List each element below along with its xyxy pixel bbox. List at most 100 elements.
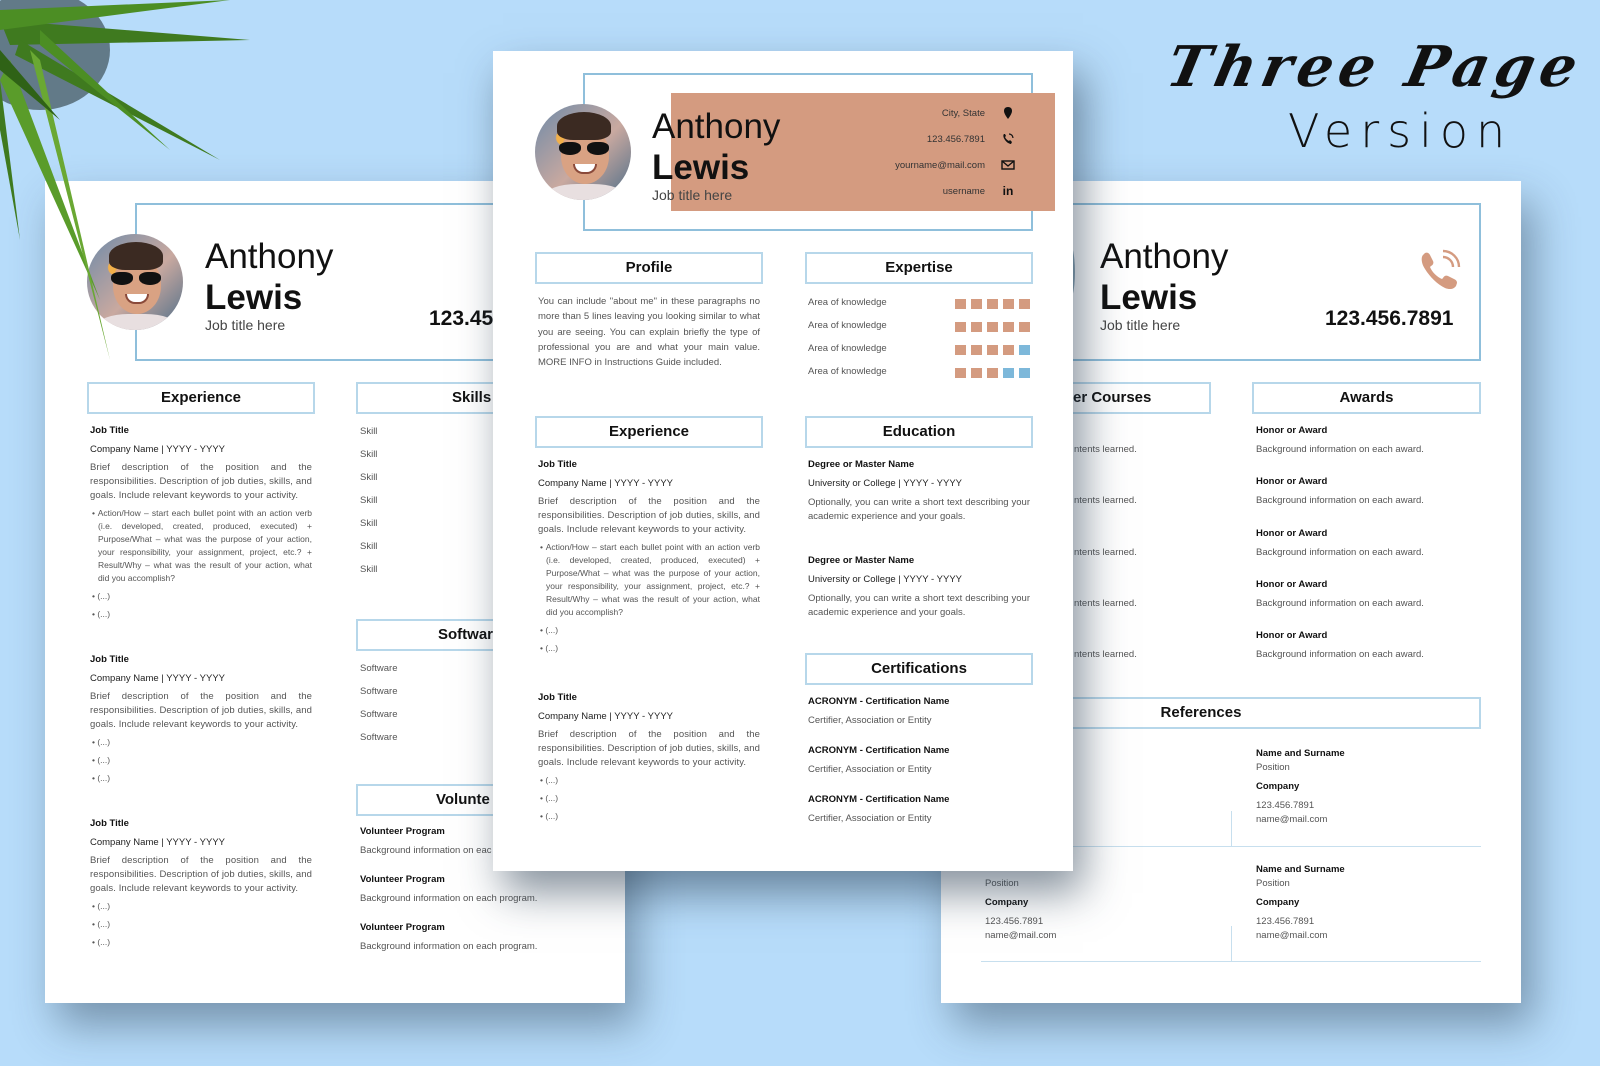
rating-square-filled xyxy=(971,322,982,332)
rating-square-filled xyxy=(971,345,982,355)
reference-phone: 123.456.7891 xyxy=(1256,916,1315,927)
award-text: Background information on each award. xyxy=(1256,649,1424,661)
bullet-item: • (...) xyxy=(540,625,559,635)
job-title: Job Title xyxy=(538,692,577,703)
company-dates: Company Name | YYYY - YYYY xyxy=(90,837,226,848)
award-item: Honor or Award Background information on … xyxy=(1256,629,1476,680)
rating-square-filled xyxy=(987,322,998,332)
rating-square-empty xyxy=(1019,345,1030,355)
reference-company: Company xyxy=(1256,781,1300,792)
reference-item: Position Company 123.456.7891 name@mail.com xyxy=(985,863,1056,943)
contact-phone: 123.456.7891 xyxy=(926,134,985,145)
location-pin-icon xyxy=(1004,107,1012,119)
last-name: Lewis xyxy=(652,148,750,187)
profile-photo xyxy=(87,234,183,330)
award-title: Honor or Award xyxy=(1256,527,1328,539)
education-list: Degree or Master Name University or Colle… xyxy=(808,458,1030,650)
reference-email: name@mail.com xyxy=(1256,814,1328,825)
reference-name: Name and Surname xyxy=(1256,864,1345,875)
job-entry: Job Title Company Name | YYYY - YYYY Brief… xyxy=(538,691,760,823)
reference-phone: 123.456.7891 xyxy=(1256,800,1315,811)
award-item: Honor or Award Background information on … xyxy=(1256,527,1476,578)
award-text: Background information on each award. xyxy=(1256,546,1424,558)
volunteer-title: Volunteer Program xyxy=(360,874,445,885)
job-description: Brief description of the position and th… xyxy=(90,462,312,501)
company-dates: Company Name | YYYY - YYYY xyxy=(90,444,226,455)
job-title: Job Title xyxy=(90,425,129,436)
profile-photo xyxy=(535,104,631,200)
bullet-item: • (...) xyxy=(92,609,111,619)
list-item: Software xyxy=(360,686,398,697)
contact-email: yourname@mail.com xyxy=(895,160,985,171)
job-entry: Job Title Company Name | YYYY - YYYY Brief… xyxy=(90,817,312,949)
award-text: Background information on each award. xyxy=(1256,444,1424,455)
certification-issuer: Certifier, Association or Entity xyxy=(808,813,932,824)
school-dates: University or College | YYYY - YYYY xyxy=(808,478,963,489)
phone-number: 123.456.7891 xyxy=(1325,307,1454,330)
reference-company: Company xyxy=(985,897,1029,908)
bullet-item: • (...) xyxy=(92,737,111,747)
first-name: Anthony xyxy=(1100,237,1229,276)
rating-square-filled xyxy=(1003,322,1014,332)
reference-email: name@mail.com xyxy=(985,930,1057,941)
certification-issuer: Certifier, Association or Entity xyxy=(808,764,932,775)
award-item: Honor or Award Background information on … xyxy=(1256,424,1476,475)
company-dates: Company Name | YYYY - YYYY xyxy=(538,711,674,722)
bullet-item: • Action/How – start each bullet point w… xyxy=(540,542,760,617)
rating-square-filled xyxy=(1019,322,1030,332)
reference-phone: 123.456.7891 xyxy=(985,916,1044,927)
course-item: ntents learned. xyxy=(1074,444,1137,455)
bullet-item: • (...) xyxy=(92,773,111,783)
certifications-list: ACRONYM - Certification Name Certifier, A… xyxy=(808,695,1030,842)
bullet-item: • (...) xyxy=(92,755,111,765)
bullet-item: • (...) xyxy=(92,591,111,601)
rating-square-filled xyxy=(987,299,998,309)
award-title: Honor or Award xyxy=(1256,425,1328,436)
volunteer-item: Volunteer Program Background information … xyxy=(360,921,600,954)
reference-item: Name and Surname Position Company 123.456.7… xyxy=(1256,747,1345,827)
certification-item: ACRONYM - Certification Name Certifier, A… xyxy=(808,695,1030,728)
award-text: Background information on each award. xyxy=(1256,597,1424,609)
bullet-item: • Action/How – start each bullet point w… xyxy=(92,508,312,583)
experience-list: Job Title Company Name | YYYY - YYYY Brief… xyxy=(538,458,760,828)
job-title: Job title here xyxy=(1100,317,1181,333)
job-title: Job title here xyxy=(652,187,733,203)
reference-item: Name and Surname Position Company 123.456.7… xyxy=(1256,863,1345,943)
rating-square-empty xyxy=(1003,368,1014,378)
phone-icon xyxy=(1421,249,1461,290)
award-item: Honor or Award Background information on … xyxy=(1256,475,1476,526)
section-heading-awards: Awards xyxy=(1252,382,1481,414)
education-item: Degree or Master Name University or Colle… xyxy=(808,458,1030,524)
rating-square-filled xyxy=(971,299,982,309)
contact-city: City, State xyxy=(941,108,985,119)
certification-item: ACRONYM - Certification Name Certifier, A… xyxy=(808,744,1030,777)
rating-square-filled xyxy=(955,368,966,378)
first-name: Anthony xyxy=(652,107,781,146)
banner-title: Three Page xyxy=(1160,34,1590,100)
job-description: Brief description of the position and th… xyxy=(90,691,312,730)
award-item: Honor or Award Background information on … xyxy=(1256,578,1476,629)
envelope-icon xyxy=(1001,160,1015,170)
job-title: Job title here xyxy=(205,317,286,333)
course-item: ntents learned. xyxy=(1074,495,1137,507)
course-item: ntents learned. xyxy=(1074,597,1137,609)
award-title: Honor or Award xyxy=(1256,578,1328,590)
banner-subtitle: Version xyxy=(1288,104,1514,158)
course-item: ntents learned. xyxy=(1074,546,1137,558)
divider xyxy=(1231,811,1232,846)
bullet-item: • (...) xyxy=(92,937,111,947)
school-dates: University or College | YYYY - YYYY xyxy=(808,574,963,585)
job-entry: Job Title Company Name | YYYY - YYYY Brief… xyxy=(538,458,760,655)
list-item: Software xyxy=(360,732,398,743)
company-dates: Company Name | YYYY - YYYY xyxy=(90,673,226,684)
courses-list: ntents learned. ntents learned. ntents lea… xyxy=(1074,443,1137,699)
resume-page-center: Anthony Lewis Job title here City, State… xyxy=(493,51,1073,871)
education-item: Degree or Master Name University or Colle… xyxy=(808,554,1030,620)
certification-name: ACRONYM - Certification Name xyxy=(808,794,950,805)
section-heading-expertise: Expertise xyxy=(805,252,1033,284)
job-description: Brief description of the position and th… xyxy=(538,496,760,535)
expertise-label: Area of knowledge xyxy=(808,366,887,377)
course-item: ntents learned. xyxy=(1074,649,1137,661)
job-title: Job Title xyxy=(90,818,129,829)
award-title: Honor or Award xyxy=(1256,630,1328,642)
